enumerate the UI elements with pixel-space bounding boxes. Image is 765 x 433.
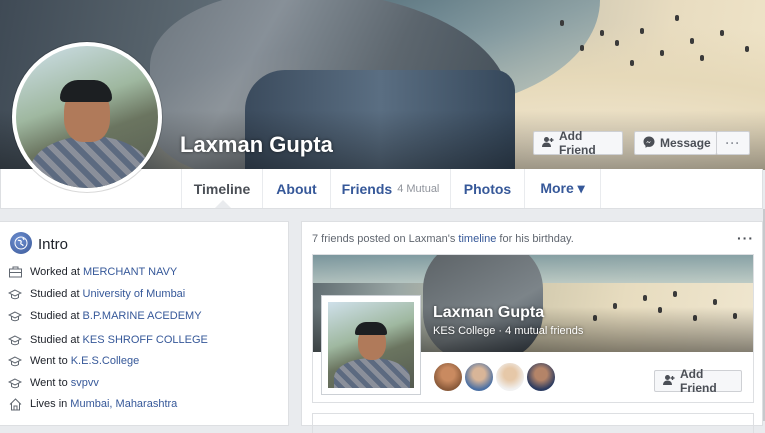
intro-panel: Intro Worked at MERCHANT NAVY Studied at U… [0, 221, 289, 426]
intro-item: Lives in Mumbai, Maharashtra [8, 395, 177, 413]
graduation-cap-icon [8, 309, 22, 323]
profile-cap [60, 80, 112, 102]
card-subtitle: KES College · 4 mutual friends [433, 325, 584, 337]
message-button[interactable]: Message [634, 131, 717, 155]
intro-link[interactable]: svpvv [71, 377, 99, 389]
tab-photos[interactable]: Photos [451, 169, 525, 208]
post-options-icon[interactable]: ··· [737, 230, 754, 246]
profile-name[interactable]: Laxman Gupta [180, 132, 333, 158]
active-tab-indicator [215, 200, 231, 208]
graduation-cap-icon [8, 333, 22, 347]
intro-title: Intro [38, 236, 69, 253]
message-label: Message [660, 136, 711, 150]
intro-item: Studied at University of Mumbai [8, 285, 185, 303]
intro-link[interactable]: University of Mumbai [83, 288, 186, 300]
card-name[interactable]: Laxman Gupta [433, 304, 544, 322]
tab-friends[interactable]: Friends 4 Mutual [331, 169, 451, 208]
intro-link[interactable]: K.E.S.College [71, 355, 139, 367]
card-add-friend-button[interactable]: Add Friend [654, 367, 742, 395]
add-friend-label: Add Friend [680, 367, 717, 395]
tab-more[interactable]: More ▾ [525, 169, 601, 208]
avatar[interactable] [433, 362, 463, 392]
briefcase-icon [8, 265, 22, 279]
feed-header: 7 friends posted on Laxman's timeline fo… [312, 233, 574, 245]
avatar[interactable] [526, 362, 556, 392]
mutual-friends-avatars [433, 362, 556, 392]
profile-picture[interactable] [12, 42, 162, 192]
messenger-icon [643, 136, 655, 151]
avatar[interactable] [464, 362, 494, 392]
intro-item: Studied at B.P.MARINE ACEDEMY [8, 307, 202, 325]
add-friend-icon [663, 374, 675, 389]
card-profile-picture[interactable] [321, 295, 421, 395]
add-friend-button[interactable]: Add Friend [533, 129, 623, 157]
intro-item: Went to K.E.S.College [8, 352, 139, 370]
friends-mutual-count: 4 Mutual [397, 182, 440, 195]
more-options-button[interactable]: ··· [716, 131, 750, 155]
timeline-link[interactable]: timeline [458, 233, 496, 245]
intro-item: Went to svpvv [8, 374, 99, 392]
graduation-cap-icon [8, 376, 22, 390]
globe-icon [10, 232, 32, 254]
intro-item: Studied at KES SHROFF COLLEGE [8, 331, 208, 349]
tab-about[interactable]: About [263, 169, 331, 208]
home-icon [8, 397, 22, 411]
feed-panel: 7 friends posted on Laxman's timeline fo… [301, 221, 763, 433]
intro-link[interactable]: KES SHROFF COLLEGE [83, 334, 208, 346]
intro-item: Worked at MERCHANT NAVY [8, 263, 177, 281]
avatar[interactable] [495, 362, 525, 392]
next-post [312, 413, 754, 433]
graduation-cap-icon [8, 287, 22, 301]
add-friend-label: Add Friend [559, 129, 596, 157]
intro-link[interactable]: Mumbai, Maharashtra [70, 398, 177, 410]
intro-link[interactable]: B.P.MARINE ACEDEMY [83, 310, 202, 322]
more-dots-icon: ··· [725, 136, 741, 150]
intro-link[interactable]: MERCHANT NAVY [83, 266, 177, 278]
add-friend-icon [542, 136, 554, 151]
profile-body [30, 136, 150, 188]
profile-card[interactable]: Laxman Gupta KES College · 4 mutual frie… [312, 254, 754, 403]
graduation-cap-icon [8, 354, 22, 368]
